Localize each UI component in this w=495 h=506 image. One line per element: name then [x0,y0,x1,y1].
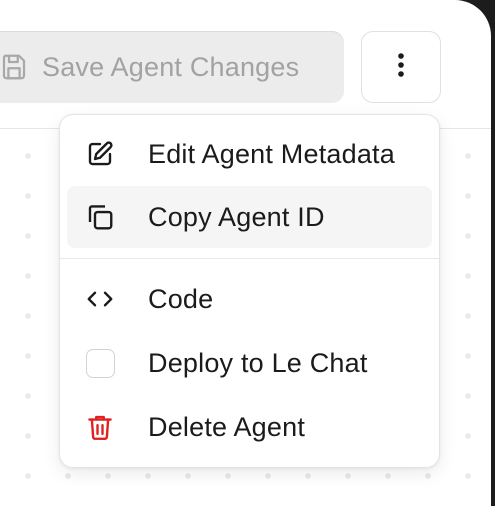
menu-item-label: Edit Agent Metadata [148,138,395,169]
menu-item-code[interactable]: Code [67,268,432,330]
menu-item-label: Copy Agent ID [148,201,325,232]
save-agent-changes-button[interactable]: Save Agent Changes [0,31,344,103]
menu-divider [60,258,439,259]
floppy-disk-icon [0,51,30,83]
menu-item-deploy-to-le-chat[interactable]: Deploy to Le Chat [67,332,432,394]
menu-item-delete-agent[interactable]: Delete Agent [67,396,432,458]
menu-item-label: Code [148,283,214,314]
copy-icon [84,201,116,233]
menu-item-edit-agent-metadata[interactable]: Edit Agent Metadata [67,123,432,185]
agent-options-menu: Edit Agent Metadata Copy Agent ID Code D… [59,114,440,468]
vertical-ellipsis-icon [397,52,405,83]
deploy-checkbox[interactable] [85,348,115,378]
trash-icon [84,411,116,443]
menu-item-copy-agent-id[interactable]: Copy Agent ID [67,186,432,248]
menu-item-label: Delete Agent [148,411,306,442]
code-brackets-icon [84,283,116,315]
main-panel: Save Agent Changes Edit Agent Metadata C… [0,0,491,506]
menu-item-label: Deploy to Le Chat [148,347,368,378]
save-button-label: Save Agent Changes [42,51,300,82]
more-options-button[interactable] [361,31,441,103]
edit-icon [84,138,116,170]
